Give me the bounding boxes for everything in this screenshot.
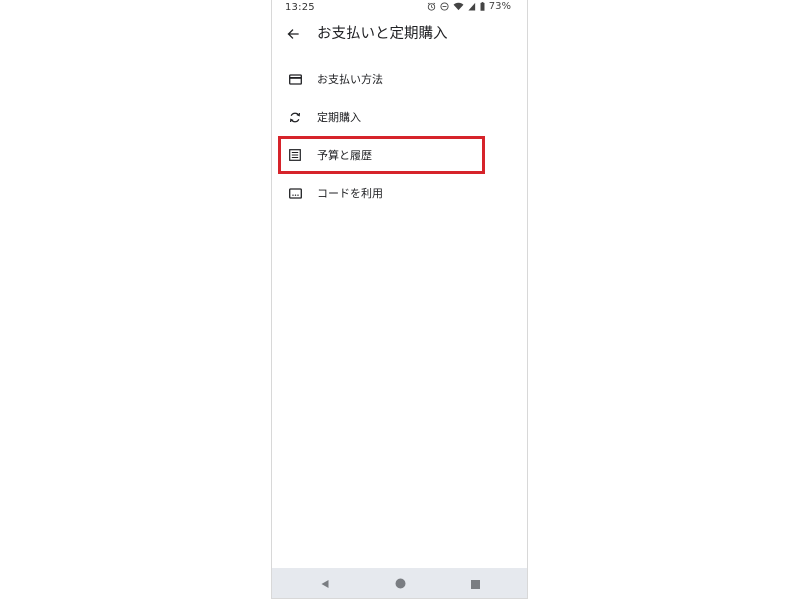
status-bar: 13:25 73% [272,0,527,16]
battery-percentage: 73% [488,1,511,12]
system-nav-bar [272,568,527,598]
battery-icon [480,2,485,11]
nav-back-button[interactable] [318,576,332,590]
sync-icon [287,109,303,125]
app-bar: お支払いと定期購入 [272,16,527,52]
back-button[interactable] [282,23,304,45]
home-circle-icon [395,574,406,593]
menu-item-label: お支払い方法 [317,73,383,86]
menu-item-budget-history[interactable]: 予算と履歴 [272,136,527,174]
nav-home-button[interactable] [393,576,407,590]
redeem-code-icon [287,185,303,201]
status-time: 13:25 [285,2,315,13]
alarm-icon [427,2,436,11]
menu-item-label: コードを利用 [317,187,383,200]
page-title: お支払いと定期購入 [317,26,448,42]
wifi-icon [453,2,464,11]
menu-item-subscriptions[interactable]: 定期購入 [272,98,527,136]
back-triangle-icon [320,574,330,593]
nav-recents-button[interactable] [468,576,482,590]
menu-item-redeem-code[interactable]: コードを利用 [272,174,527,212]
signal-icon [468,2,476,11]
menu-item-label: 定期購入 [317,111,361,124]
settings-menu: お支払い方法 定期購入 予算と履歴 コードを利用 [272,60,527,212]
credit-card-icon [287,71,303,87]
arrow-back-icon [287,25,299,44]
do-not-disturb-icon [440,2,449,11]
status-icons: 73% [427,1,511,12]
menu-item-label: 予算と履歴 [317,149,372,162]
menu-item-payment-methods[interactable]: お支払い方法 [272,60,527,98]
phone-screen: 13:25 73% お支払いと定期購入 お支払い方法 定期購入 予算と履歴 コー… [271,0,528,599]
recents-square-icon [470,574,480,593]
list-document-icon [287,147,303,163]
